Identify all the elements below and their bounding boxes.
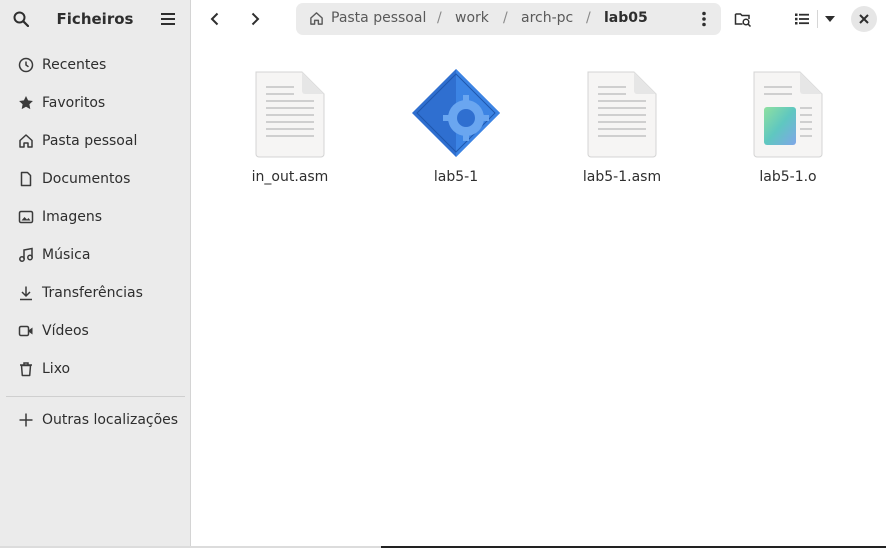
clock-icon <box>18 57 34 73</box>
chevron-right-icon <box>251 12 260 26</box>
more-vertical-icon <box>702 11 706 27</box>
sidebar-item-lixo[interactable]: Lixo <box>0 351 190 387</box>
sidebar-item-label: Lixo <box>42 361 71 377</box>
sidebar: Ficheiros Recentes Favoritos Pasta pesso… <box>0 0 191 548</box>
main-menu-button[interactable] <box>156 7 180 31</box>
download-icon <box>18 285 34 301</box>
sidebar-item-pasta-pessoal[interactable]: Pasta pessoal <box>0 123 190 159</box>
file-name: in_out.asm <box>251 169 329 185</box>
file-item[interactable]: in_out.asm <box>235 66 345 196</box>
breadcrumb-home[interactable]: Pasta pessoal <box>331 10 426 26</box>
sidebar-item-label: Transferências <box>42 285 143 301</box>
file-name: lab5-1.o <box>759 169 817 185</box>
sidebar-item-favoritos[interactable]: Favoritos <box>0 85 190 121</box>
path-menu-button[interactable] <box>694 9 714 29</box>
file-item[interactable]: lab5-1.o <box>733 66 843 196</box>
sidebar-divider <box>6 396 185 397</box>
home-icon <box>18 133 34 149</box>
home-icon <box>309 11 324 30</box>
trash-icon <box>18 361 34 377</box>
text-file-icon <box>567 66 677 162</box>
hamburger-icon <box>161 13 175 25</box>
breadcrumb-arch-pc[interactable]: arch-pc <box>521 10 573 26</box>
star-icon <box>18 95 34 111</box>
chevron-left-icon <box>210 12 219 26</box>
file-item[interactable]: lab5-1 <box>401 66 511 196</box>
sidebar-item-documentos[interactable]: Documentos <box>0 161 190 197</box>
sidebar-item-imagens[interactable]: Imagens <box>0 199 190 235</box>
close-icon <box>859 14 869 24</box>
sidebar-item-label: Documentos <box>42 171 131 187</box>
sidebar-item-label: Música <box>42 247 91 263</box>
list-view-icon <box>795 13 809 25</box>
folder-search-icon <box>734 13 752 27</box>
chevron-down-icon <box>825 16 835 22</box>
executable-icon <box>401 66 511 162</box>
document-icon <box>18 171 34 187</box>
sidebar-item-label: Imagens <box>42 209 103 225</box>
text-file-icon <box>235 66 345 162</box>
sidebar-item-label: Outras localizações <box>42 412 179 428</box>
breadcrumb-lab05[interactable]: lab05 <box>604 10 648 26</box>
file-name: lab5-1.asm <box>582 169 662 185</box>
header-bar: Pasta pessoal / work / arch-pc / lab05 <box>191 0 886 38</box>
sidebar-item-label: Pasta pessoal <box>42 133 138 149</box>
sidebar-header: Ficheiros <box>0 0 190 38</box>
sidebar-item-videos[interactable]: Vídeos <box>0 313 190 349</box>
file-name: lab5-1 <box>433 169 479 185</box>
close-button[interactable] <box>851 6 877 32</box>
video-icon <box>18 323 34 339</box>
view-list-button[interactable] <box>789 6 815 32</box>
breadcrumb-separator: / <box>503 10 508 26</box>
sidebar-item-label: Recentes <box>42 57 107 73</box>
back-button[interactable] <box>202 6 228 32</box>
folder-search-button[interactable] <box>730 6 756 32</box>
forward-button[interactable] <box>242 6 268 32</box>
sidebar-item-musica[interactable]: Música <box>0 237 190 273</box>
view-options-button[interactable] <box>817 6 843 32</box>
sidebar-item-label: Favoritos <box>42 95 106 111</box>
breadcrumb-separator: / <box>437 10 442 26</box>
image-icon <box>18 209 34 225</box>
sidebar-item-transferencias[interactable]: Transferências <box>0 275 190 311</box>
file-item[interactable]: lab5-1.asm <box>567 66 677 196</box>
breadcrumb-work[interactable]: work <box>455 10 489 26</box>
plus-icon <box>18 412 34 428</box>
path-bar: Pasta pessoal / work / arch-pc / lab05 <box>296 3 721 35</box>
sidebar-item-label: Vídeos <box>42 323 89 339</box>
music-icon <box>18 247 34 263</box>
sidebar-item-outras-localizacoes[interactable]: Outras localizações <box>0 402 190 438</box>
sidebar-item-recentes[interactable]: Recentes <box>0 47 190 83</box>
object-file-icon <box>733 66 843 162</box>
breadcrumb-separator: / <box>586 10 591 26</box>
